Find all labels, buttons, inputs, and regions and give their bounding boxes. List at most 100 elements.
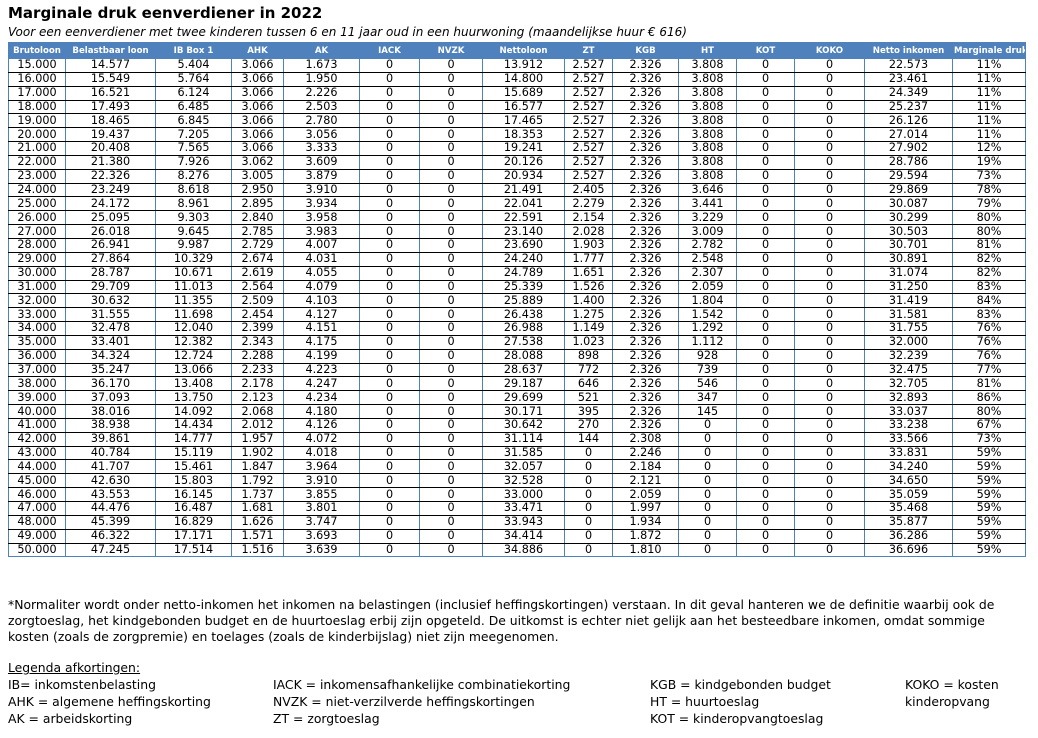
table-cell: 0 (678, 515, 737, 530)
table-cell: 144 (564, 432, 613, 447)
table-cell: 32.239 (864, 349, 953, 364)
legend-column-3: KGB = kindgebonden budget HT = huurtoesl… (650, 676, 831, 727)
legend-item: KOT = kinderopvangtoeslag (650, 711, 824, 726)
table-cell: 0 (419, 307, 483, 323)
table-cell: 29.594 (864, 169, 953, 184)
table-cell: 33.566 (864, 432, 953, 447)
table-cell: 2.246 (612, 446, 679, 461)
table-cell: 80% (952, 404, 1026, 419)
table-cell: 0 (794, 58, 865, 73)
table-cell: 2.326 (612, 307, 679, 323)
table-cell: 26.988 (482, 321, 565, 336)
table-cell: 0 (419, 473, 483, 489)
table-cell: 37.093 (65, 390, 156, 406)
table-cell: 0 (794, 183, 865, 198)
table-cell: 39.861 (65, 432, 156, 447)
table-cell: 2.527 (564, 100, 613, 115)
table-cell: 13.408 (155, 376, 232, 392)
table-cell: 67% (952, 418, 1026, 433)
table-cell: 0 (419, 446, 483, 461)
table-cell: 0 (678, 487, 737, 502)
column-header: Belastbaar loon (65, 42, 156, 59)
table-cell: 24.789 (482, 266, 565, 281)
table-cell: 0 (359, 515, 420, 530)
table-cell: 50.000 (8, 543, 66, 558)
table-cell: 15.689 (482, 86, 565, 101)
table-cell: 47.000 (8, 501, 66, 516)
table-cell: 2.548 (678, 252, 737, 267)
table-cell: 84% (952, 293, 1026, 309)
legend-item: KGB = kindgebonden budget (650, 677, 831, 692)
table-cell: 3.808 (678, 155, 737, 170)
table-cell: 30.299 (864, 210, 953, 226)
table-cell: 1.023 (564, 335, 613, 350)
table-cell: 43.000 (8, 446, 66, 461)
legend-item: KOKO = kosten (905, 677, 999, 692)
table-cell: 0 (736, 487, 795, 502)
table-cell: 2.326 (612, 266, 679, 281)
table-cell: 2.326 (612, 418, 679, 433)
table-cell: 0 (359, 321, 420, 336)
column-header: KOT (736, 42, 795, 59)
column-header: AK (283, 42, 360, 59)
table-cell: 11% (952, 113, 1026, 129)
table-cell: 0 (794, 376, 865, 392)
table-cell: 12% (952, 141, 1026, 156)
table-cell: 7.205 (155, 127, 232, 143)
column-header: KOKO (794, 42, 865, 59)
table-cell: 2.326 (612, 86, 679, 101)
table-cell: 42.000 (8, 432, 66, 447)
table-cell: 2.059 (678, 280, 737, 295)
legend-item: kinderopvang (905, 694, 990, 709)
table-cell: 30.891 (864, 252, 953, 267)
table-cell: 7.565 (155, 141, 232, 156)
table-cell: 35.247 (65, 363, 156, 378)
table-cell: 33.471 (482, 501, 565, 516)
table-cell: 0 (794, 141, 865, 156)
table-cell: 0 (736, 349, 795, 364)
table-cell: 0 (794, 266, 865, 281)
table-cell: 0 (736, 210, 795, 226)
table-row: 36.000 34.324 12.724 2.288 4.199 0 0 28.088 898 2… (8, 349, 1026, 364)
table-row: 41.000 38.938 14.434 2.012 4.126 0 0 30.642 270 2… (8, 418, 1026, 433)
table-cell: 2.123 (231, 390, 284, 406)
table-row: 44.000 41.707 15.461 1.847 3.964 0 0 32.057 0 2.1… (8, 459, 1026, 475)
table-row: 40.000 38.016 14.092 2.068 4.180 0 0 30.171 395 2… (8, 404, 1026, 419)
table-cell: 2.509 (231, 293, 284, 309)
table-cell: 2.840 (231, 210, 284, 226)
table-cell: 59% (952, 515, 1026, 530)
table-cell: 25.095 (65, 210, 156, 226)
table-cell: 2.326 (612, 58, 679, 73)
table-cell: 0 (359, 307, 420, 323)
legend-column-1: IB= inkomstenbelasting AHK = algemene he… (8, 676, 211, 727)
table-cell: 0 (419, 459, 483, 475)
table-cell: 1.997 (612, 501, 679, 516)
table-cell: 16.000 (8, 72, 66, 87)
table-cell: 0 (359, 210, 420, 226)
table-cell: 0 (736, 390, 795, 406)
table-row: 42.000 39.861 14.777 1.957 4.072 0 0 31.114 144 2… (8, 432, 1026, 447)
legend-item: AK = arbeidskorting (8, 711, 133, 726)
table-cell: 0 (794, 252, 865, 267)
table-cell: 19% (952, 155, 1026, 170)
table-cell: 82% (952, 252, 1026, 267)
table-cell: 82% (952, 266, 1026, 281)
table-cell: 0 (736, 252, 795, 267)
table-cell: 20.126 (482, 155, 565, 170)
table-cell: 1.903 (564, 238, 613, 253)
table-cell: 13.750 (155, 390, 232, 406)
table-cell: 14.092 (155, 404, 232, 419)
table-cell: 10.671 (155, 266, 232, 281)
table-cell: 0 (359, 404, 420, 419)
table-cell: 0 (564, 543, 613, 558)
table-cell: 0 (794, 418, 865, 433)
table-cell: 0 (794, 196, 865, 212)
table-cell: 0 (794, 335, 865, 350)
table-cell: 3.009 (678, 224, 737, 239)
table-cell: 3.808 (678, 169, 737, 184)
table-cell: 33.831 (864, 446, 953, 461)
table-cell: 0 (564, 487, 613, 502)
table-cell: 4.247 (283, 376, 360, 392)
table-cell: 3.855 (283, 487, 360, 502)
legend-item: ZT = zorgtoeslag (273, 711, 380, 726)
